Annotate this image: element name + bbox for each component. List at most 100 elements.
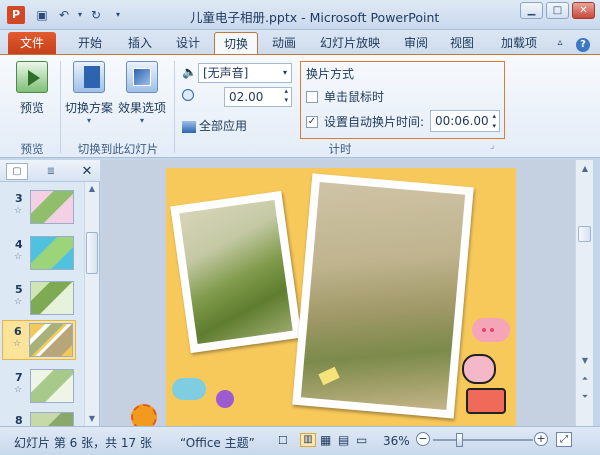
zoom-level[interactable]: 36%: [383, 434, 410, 448]
on-click-checkbox[interactable]: 单击鼠标时: [306, 88, 384, 105]
tab-design[interactable]: 设计: [168, 32, 208, 54]
maximize-button[interactable]: □: [546, 2, 569, 19]
scroll-up-icon[interactable]: ▲: [578, 164, 592, 173]
slide-thumbnail-8[interactable]: 8: [0, 410, 84, 426]
slide-thumbnail-pane: ▢ ≣ ✕ 3 ☆ 4 ☆ 5 ☆ 6 ☆ 7 ☆ 8 ▲ ▼: [0, 160, 100, 426]
tab-file[interactable]: 文件: [8, 32, 56, 54]
powerpoint-app-icon[interactable]: P: [7, 6, 25, 24]
zoom-slider-track[interactable]: [433, 439, 533, 441]
slide-thumbnail-5[interactable]: 5 ☆: [0, 279, 84, 323]
slides-tab-icon[interactable]: ▢: [6, 163, 28, 180]
preview-label: 预览: [19, 101, 44, 115]
customize-qat-icon[interactable]: ▾: [110, 7, 126, 23]
fit-to-window-icon[interactable]: ⤢: [556, 432, 572, 447]
tab-review[interactable]: 审阅: [396, 32, 436, 54]
slide-thumbnail-3[interactable]: 3 ☆: [0, 188, 84, 232]
dialog-launcher-icon[interactable]: ⌟: [490, 141, 494, 151]
slide-thumbnail-6-selected[interactable]: 6 ☆: [2, 320, 76, 360]
auto-advance-time-spinner[interactable]: 00:06.00 ▴ ▾: [430, 110, 500, 132]
theme-name[interactable]: “Office 主题”: [180, 434, 255, 451]
ribbon: 预览 预览 切换方案 ▾ 效果选项 ▾ 切换到此幻灯片 🔈 [无声音] ▾ 02…: [0, 54, 600, 158]
close-button[interactable]: ✕: [572, 2, 595, 19]
tab-slideshow[interactable]: 幻灯片放映: [314, 32, 386, 54]
transition-scheme-icon: [73, 61, 105, 93]
previous-slide-icon[interactable]: ⏶: [578, 374, 592, 384]
reading-view-icon[interactable]: ▤: [338, 433, 349, 447]
transition-scheme-label: 切换方案: [64, 101, 113, 115]
scroll-up-icon[interactable]: ▲: [85, 184, 99, 193]
slide-thumbnail-image: [30, 190, 74, 224]
redo-icon[interactable]: ↻: [88, 7, 104, 23]
chevron-down-icon: ▾: [282, 68, 287, 77]
auto-advance-time-value: 00:06.00: [435, 114, 489, 128]
slide-number: 5: [15, 283, 23, 296]
slide-scrollbar[interactable]: ▲ ▼ ⏶ ⏷: [575, 160, 593, 426]
sound-select[interactable]: [无声音] ▾: [198, 63, 292, 83]
scroll-thumb[interactable]: [86, 232, 98, 274]
photo-frame-left[interactable]: [170, 190, 302, 354]
undo-icon[interactable]: ↶: [56, 7, 72, 23]
minimize-button[interactable]: ▁: [520, 2, 543, 19]
cartoon-cart-icon: [466, 388, 506, 414]
cartoon-pig-icon: [462, 354, 496, 384]
save-icon[interactable]: ▣: [34, 7, 50, 23]
group-separator: [174, 61, 175, 153]
outline-tab-icon[interactable]: ≣: [40, 163, 62, 180]
sound-icon: 🔈: [182, 65, 197, 79]
next-slide-icon[interactable]: ⏷: [578, 392, 592, 402]
transition-scheme-button[interactable]: 切换方案 ▾: [64, 61, 114, 125]
slide-thumbnail-image: [30, 236, 74, 270]
ribbon-tabs: 文件 开始 插入 设计 切换 动画 幻灯片放映 审阅 视图 加载项 ▵ ?: [0, 30, 600, 54]
transition-star-icon: ☆: [14, 252, 23, 262]
thumbnail-scrollbar[interactable]: ▲ ▼: [84, 182, 99, 426]
preview-icon: [16, 61, 48, 93]
scroll-thumb[interactable]: [578, 226, 591, 242]
tab-animations[interactable]: 动画: [264, 32, 304, 54]
window-title: 儿童电子相册.pptx - Microsoft PowerPoint: [190, 10, 440, 25]
slide-number: 6: [14, 325, 22, 338]
preview-button[interactable]: 预览: [12, 61, 52, 116]
slide-sorter-icon[interactable]: ▦: [320, 433, 331, 447]
duration-spinner[interactable]: 02.00 ▴ ▾: [224, 87, 292, 107]
effect-options-button[interactable]: 效果选项 ▾: [116, 61, 168, 125]
undo-dropdown-icon[interactable]: ▾: [72, 7, 88, 23]
apply-all-icon: [182, 120, 196, 133]
zoom-slider-thumb[interactable]: [456, 433, 463, 447]
slide-thumbnail-image: [30, 369, 74, 403]
slide-thumbnail-7[interactable]: 7 ☆: [0, 367, 84, 411]
tab-transitions[interactable]: 切换: [214, 32, 258, 54]
current-slide[interactable]: [166, 168, 516, 426]
photo-frame-right[interactable]: [292, 173, 474, 419]
tab-insert[interactable]: 插入: [120, 32, 160, 54]
scroll-down-icon[interactable]: ▼: [578, 356, 592, 365]
slide-thumbnail-image: [30, 412, 74, 426]
slide-thumbnail-image: [30, 281, 74, 315]
spinner-arrows-icon[interactable]: ▴ ▾: [284, 87, 288, 105]
spinner-arrows-icon[interactable]: ▴ ▾: [492, 111, 496, 131]
close-pane-icon[interactable]: ✕: [76, 163, 98, 180]
slide-editing-area: [101, 160, 575, 426]
spell-check-icon[interactable]: ☐: [278, 434, 288, 447]
auto-advance-checkbox[interactable]: ✓ 设置自动换片时间:: [306, 113, 424, 130]
slide-thumbnail-4[interactable]: 4 ☆: [0, 234, 84, 278]
help-icon[interactable]: ?: [574, 32, 592, 54]
scroll-down-icon[interactable]: ▼: [85, 414, 99, 423]
zoom-out-icon[interactable]: −: [416, 432, 430, 446]
minimize-ribbon-icon[interactable]: ▵: [552, 32, 568, 54]
duration-value: 02.00: [229, 90, 264, 104]
sun-decoration-icon: [131, 404, 157, 426]
normal-view-icon[interactable]: ▥: [300, 433, 316, 447]
apply-all-button[interactable]: 全部应用: [182, 117, 247, 134]
checkbox-checked[interactable]: ✓: [306, 115, 318, 128]
slide-thumbnail-image: [29, 323, 73, 357]
slideshow-view-icon[interactable]: ▭: [356, 433, 367, 447]
balloon-icon: [216, 390, 234, 408]
tab-home[interactable]: 开始: [70, 32, 110, 54]
checkbox-unchecked[interactable]: [306, 90, 318, 103]
zoom-in-icon[interactable]: +: [534, 432, 548, 446]
sound-value: [无声音]: [203, 66, 249, 80]
slide-number: 8: [15, 414, 23, 426]
group-timing-label: 计时: [328, 142, 352, 156]
tab-addins[interactable]: 加载项: [494, 32, 544, 54]
tab-view[interactable]: 视图: [442, 32, 482, 54]
